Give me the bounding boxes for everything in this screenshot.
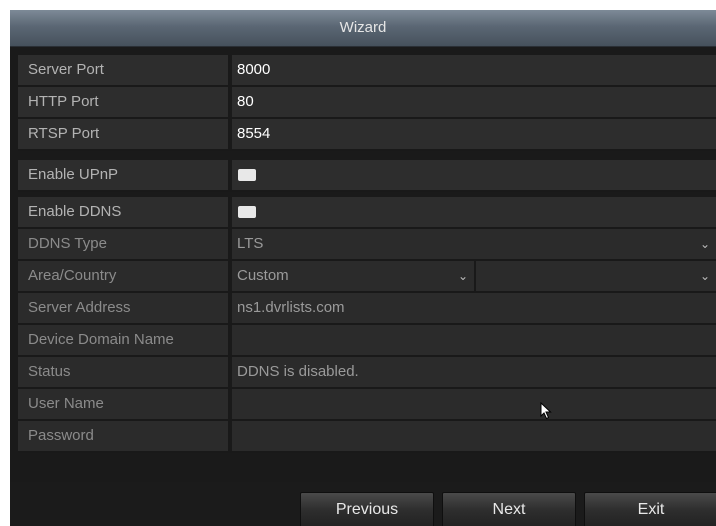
enable-ddns-label: Enable DDNS	[18, 197, 230, 227]
area-secondary-select[interactable]: ⌄	[476, 261, 716, 291]
chevron-down-icon: ⌄	[699, 237, 710, 251]
rtsp-port-label: RTSP Port	[18, 119, 230, 149]
wizard-footer: Previous Next Exit	[10, 482, 716, 526]
server-address-input[interactable]: ns1.dvrlists.com	[232, 293, 716, 323]
ddns-type-row: DDNS Type LTS ⌄	[18, 229, 716, 261]
status-row: Status DDNS is disabled.	[18, 357, 716, 389]
server-port-input[interactable]: 8000	[232, 55, 716, 85]
http-port-label: HTTP Port	[18, 87, 230, 117]
password-input[interactable]	[232, 421, 716, 451]
server-address-row: Server Address ns1.dvrlists.com	[18, 293, 716, 325]
device-domain-input[interactable]	[232, 325, 716, 355]
http-port-row: HTTP Port 80	[18, 87, 716, 119]
device-domain-row: Device Domain Name	[18, 325, 716, 357]
enable-upnp-label: Enable UPnP	[18, 160, 230, 190]
ddns-type-value: LTS	[237, 235, 264, 252]
http-port-input[interactable]: 80	[232, 87, 716, 117]
server-port-row: Server Port 8000	[18, 55, 716, 87]
chevron-down-icon: ⌄	[457, 269, 468, 283]
server-address-label: Server Address	[18, 293, 230, 323]
ddns-type-label: DDNS Type	[18, 229, 230, 259]
chevron-down-icon: ⌄	[699, 269, 710, 283]
rtsp-port-row: RTSP Port 8554	[18, 119, 716, 151]
server-port-label: Server Port	[18, 55, 230, 85]
wizard-window: Wizard Server Port 8000 HTTP Port 80 RTS…	[10, 10, 716, 526]
next-button[interactable]: Next	[442, 492, 576, 526]
device-domain-label: Device Domain Name	[18, 325, 230, 355]
previous-button[interactable]: Previous	[300, 492, 434, 526]
upnp-row: Enable UPnP	[18, 160, 716, 192]
password-row: Password	[18, 421, 716, 453]
ddns-value-cell	[232, 197, 716, 227]
exit-button[interactable]: Exit	[584, 492, 716, 526]
ddns-type-select[interactable]: LTS ⌄	[232, 229, 716, 259]
window-title: Wizard	[10, 10, 716, 47]
user-name-input[interactable]	[232, 389, 716, 419]
user-name-row: User Name	[18, 389, 716, 421]
status-value: DDNS is disabled.	[232, 357, 716, 387]
area-country-value: Custom	[237, 267, 289, 284]
area-country-row: Area/Country Custom ⌄ ⌄	[18, 261, 716, 293]
area-country-select[interactable]: Custom ⌄	[232, 261, 474, 291]
area-country-label: Area/Country	[18, 261, 230, 291]
enable-upnp-checkbox[interactable]	[238, 169, 256, 181]
status-label: Status	[18, 357, 230, 387]
enable-ddns-row: Enable DDNS	[18, 197, 716, 229]
upnp-value-cell	[232, 160, 716, 190]
rtsp-port-input[interactable]: 8554	[232, 119, 716, 149]
user-name-label: User Name	[18, 389, 230, 419]
enable-ddns-checkbox[interactable]	[238, 206, 256, 218]
mouse-pointer-icon	[540, 402, 552, 420]
password-label: Password	[18, 421, 230, 451]
